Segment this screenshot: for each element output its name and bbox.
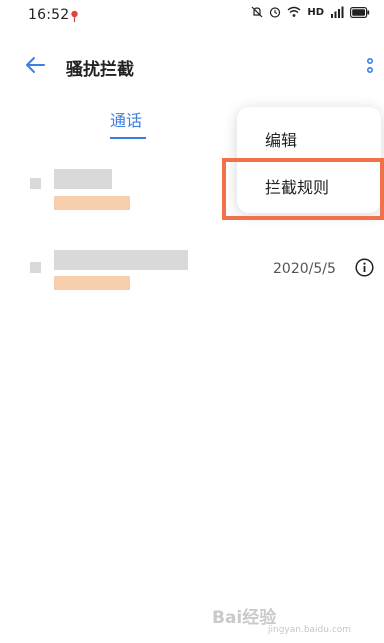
tab-call[interactable]: 通话 [110, 107, 142, 131]
location-icon [71, 10, 78, 22]
alarm-icon [270, 7, 281, 18]
tab-active-indicator [110, 137, 146, 139]
status-time: 16:52 [28, 7, 70, 23]
mute-icon [251, 6, 263, 18]
watermark-logo: Bai经验 [212, 608, 277, 628]
back-arrow-icon[interactable] [24, 55, 46, 75]
status-icons: HD [251, 6, 370, 18]
menu-item-edit[interactable]: 编辑 [265, 127, 297, 151]
info-icon[interactable] [355, 258, 374, 277]
battery-icon [350, 6, 370, 18]
watermark-url: jingyan.baidu.com [268, 625, 352, 635]
caller-name-blurred [54, 169, 112, 189]
network-type: HD [307, 6, 324, 18]
more-vertical-icon[interactable] [365, 57, 375, 77]
page-title: 骚扰拦截 [66, 60, 134, 80]
wifi-icon [287, 6, 301, 17]
caller-name-blurred [54, 250, 188, 270]
caller-sub-blurred [54, 196, 130, 210]
call-date: 2020/5/5 [273, 261, 336, 277]
avatar [30, 178, 41, 189]
avatar [30, 262, 41, 273]
signal-icon [331, 6, 344, 18]
caller-sub-blurred [54, 276, 130, 290]
highlight-box [222, 158, 384, 220]
